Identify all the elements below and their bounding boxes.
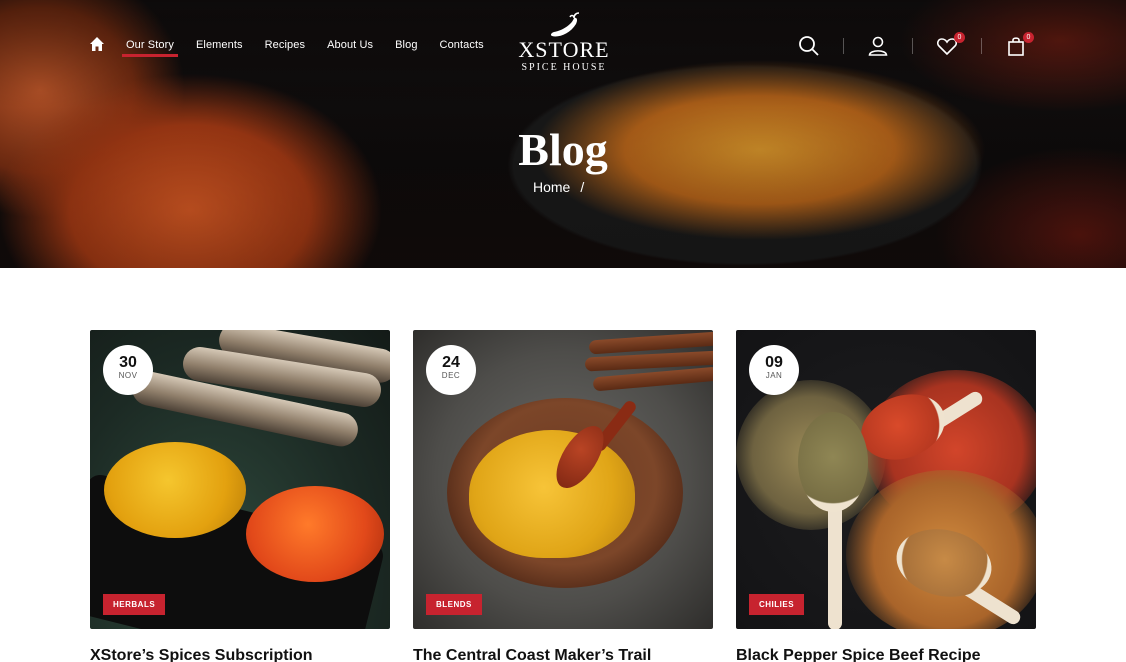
breadcrumb: Home /: [533, 179, 584, 195]
post-month: NOV: [118, 371, 138, 380]
post-title[interactable]: XStore’s Spices Subscription: [90, 647, 390, 662]
main-nav: Our Story Elements Recipes About Us Blog…: [89, 36, 506, 57]
cart-count-badge: 0: [1023, 32, 1034, 43]
breadcrumb-home[interactable]: Home: [533, 179, 570, 195]
post-category-tag[interactable]: CHILIES: [749, 594, 805, 615]
post-image[interactable]: 09 JAN CHILIES: [736, 330, 1036, 629]
site-logo[interactable]: XSTORE SPICE HOUSE: [512, 12, 616, 74]
nav-contacts[interactable]: Contacts: [440, 39, 484, 51]
nav-blog[interactable]: Blog: [395, 39, 417, 51]
divider: [912, 38, 913, 54]
heart-icon[interactable]: 0: [935, 32, 965, 58]
post-day: 09: [765, 354, 783, 371]
wishlist-count-badge: 0: [954, 32, 965, 43]
post-month: DEC: [441, 371, 461, 380]
nav-about-us[interactable]: About Us: [327, 39, 373, 51]
post-date-badge: 09 JAN: [749, 345, 799, 395]
logo-tagline: SPICE HOUSE: [521, 62, 607, 73]
post-category-tag[interactable]: HERBALS: [103, 594, 166, 615]
post-title[interactable]: The Central Coast Maker’s Trail: [413, 647, 713, 662]
post-date-badge: 30 NOV: [103, 345, 153, 395]
post-image[interactable]: 30 NOV HERBALS: [90, 330, 390, 629]
nav-recipes[interactable]: Recipes: [265, 39, 305, 51]
blog-post-grid: 30 NOV HERBALS XStore’s Spices Subscript…: [90, 330, 1036, 662]
post-date-badge: 24 DEC: [426, 345, 476, 395]
blog-post-card[interactable]: 24 DEC BLENDS The Central Coast Maker’s …: [413, 330, 713, 662]
blog-post-card[interactable]: 09 JAN CHILIES Black Pepper Spice Beef R…: [736, 330, 1036, 662]
blog-post-card[interactable]: 30 NOV HERBALS XStore’s Spices Subscript…: [90, 330, 390, 662]
page-title: Blog: [518, 124, 608, 175]
post-title[interactable]: Black Pepper Spice Beef Recipe: [736, 647, 1036, 662]
post-day: 24: [442, 354, 460, 371]
post-image[interactable]: 24 DEC BLENDS: [413, 330, 713, 629]
post-category-tag[interactable]: BLENDS: [426, 594, 482, 615]
post-day: 30: [119, 354, 137, 371]
header-icons: 0 0: [797, 32, 1034, 58]
search-icon[interactable]: [797, 34, 821, 58]
post-month: JAN: [765, 371, 783, 380]
shopping-bag-icon[interactable]: 0: [1004, 32, 1034, 58]
nav-elements[interactable]: Elements: [196, 39, 243, 51]
nav-our-story[interactable]: Our Story: [122, 39, 178, 57]
home-icon[interactable]: [89, 36, 105, 52]
divider: [843, 38, 844, 54]
user-icon[interactable]: [866, 34, 890, 58]
divider: [981, 38, 982, 54]
breadcrumb-separator: /: [580, 179, 585, 195]
logo-name: XSTORE: [518, 37, 610, 62]
chili-pepper-icon: [550, 12, 580, 37]
